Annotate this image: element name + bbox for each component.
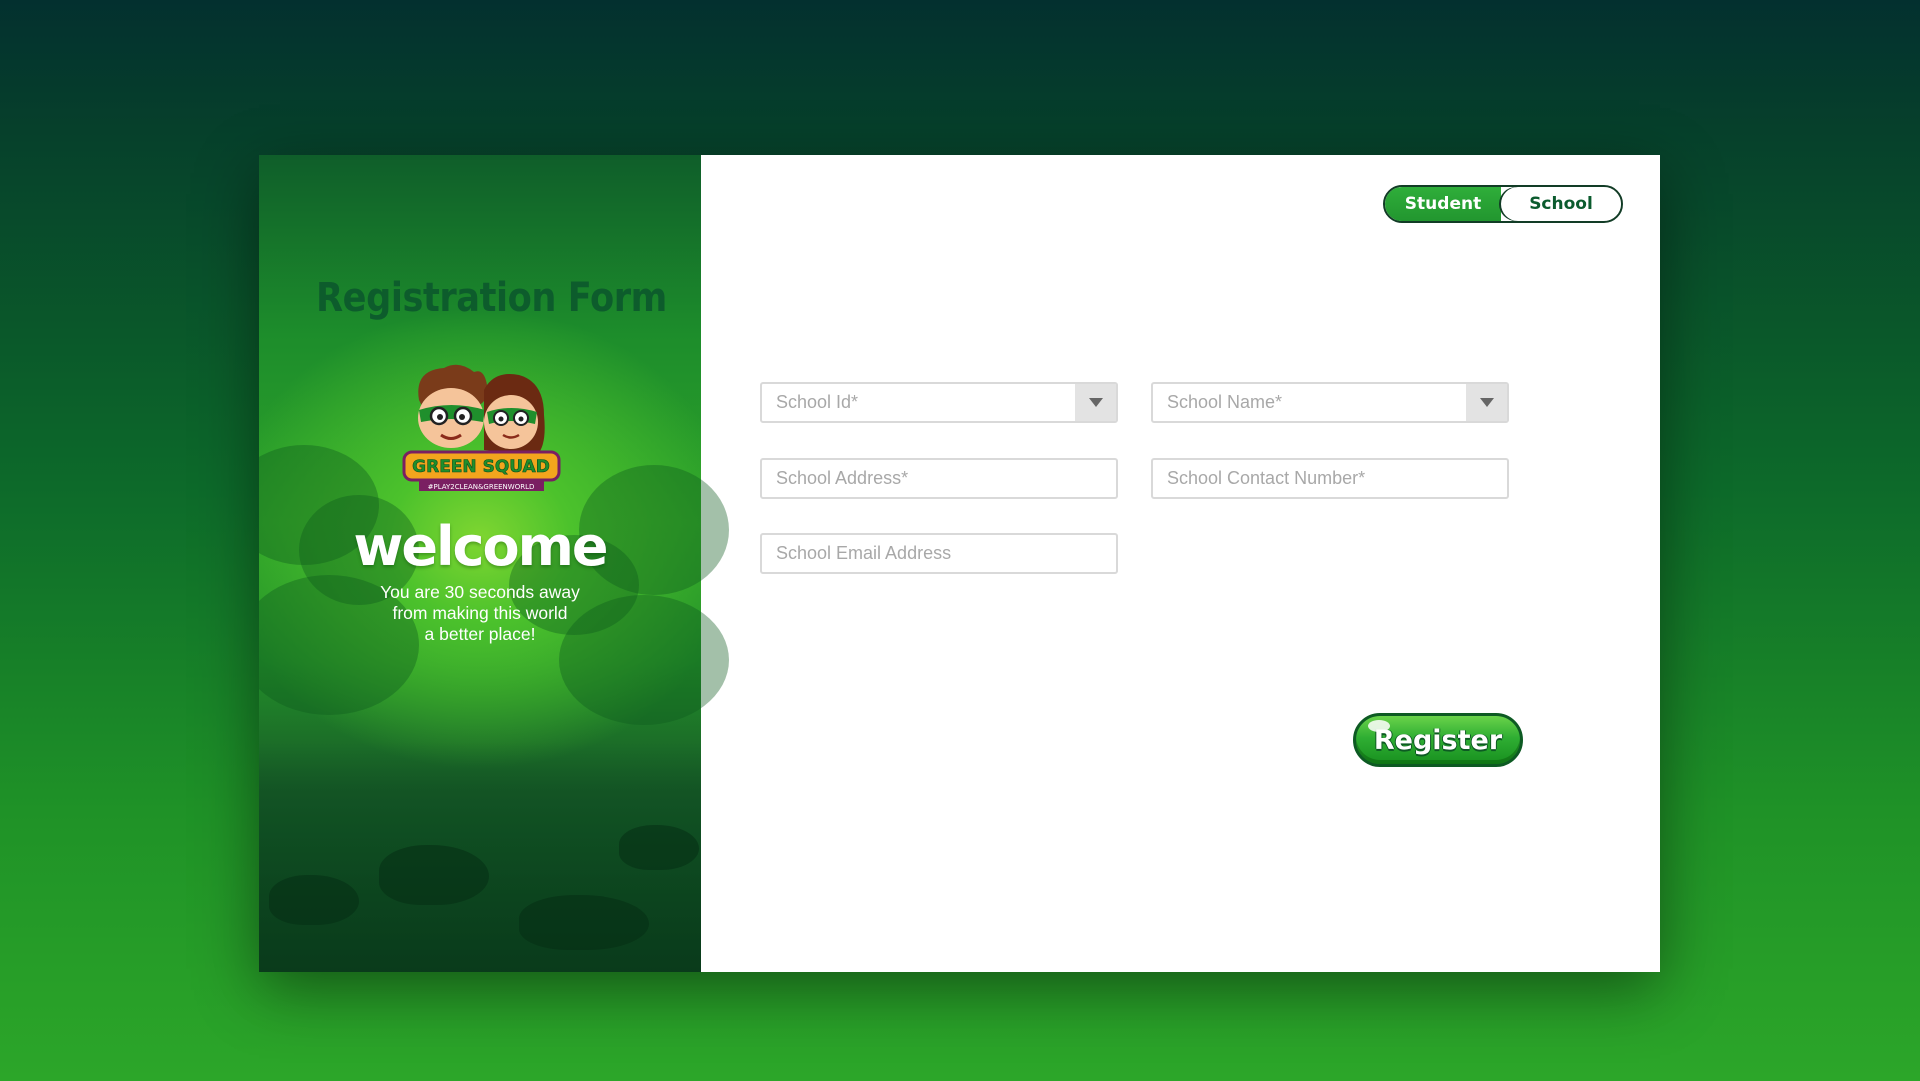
welcome-heading: welcome xyxy=(353,515,608,578)
school-email-field xyxy=(760,533,1118,574)
school-contact-field xyxy=(1151,458,1509,499)
school-name-input[interactable] xyxy=(1153,384,1463,421)
welcome-subtitle: You are 30 seconds away from making this… xyxy=(349,582,611,645)
rock xyxy=(269,875,359,925)
register-button-label: Register xyxy=(1373,724,1503,756)
school-name-select xyxy=(1151,382,1509,423)
account-type-toggle: Student School xyxy=(1383,185,1623,223)
button-shine xyxy=(1368,720,1390,732)
svg-text:#PLAY2CLEAN&GREENWORLD: #PLAY2CLEAN&GREENWORLD xyxy=(428,483,535,491)
school-address-input[interactable] xyxy=(762,460,1116,497)
toggle-school[interactable]: School xyxy=(1501,187,1621,221)
subtitle-line: a better place! xyxy=(424,624,536,644)
toggle-student[interactable]: Student xyxy=(1385,187,1501,221)
school-address-field xyxy=(760,458,1118,499)
school-id-dropdown-button[interactable] xyxy=(1075,384,1116,421)
school-id-input[interactable] xyxy=(762,384,1072,421)
chevron-down-icon xyxy=(1479,398,1494,407)
rock xyxy=(379,845,489,905)
school-name-dropdown-button[interactable] xyxy=(1466,384,1507,421)
registration-card: GREEN SQUAD #PLAY2CLEAN&GREENWORLD welco… xyxy=(259,155,1660,972)
school-id-select xyxy=(760,382,1118,423)
subtitle-line: from making this world xyxy=(392,603,568,623)
rock xyxy=(519,895,649,950)
school-contact-input[interactable] xyxy=(1153,460,1507,497)
form-title: Registration Form xyxy=(316,275,667,321)
svg-text:GREEN SQUAD: GREEN SQUAD xyxy=(412,457,550,477)
green-squad-logo-icon: GREEN SQUAD #PLAY2CLEAN&GREENWORLD xyxy=(402,364,561,491)
chevron-down-icon xyxy=(1088,398,1103,407)
rock xyxy=(619,825,699,870)
register-button[interactable]: Register xyxy=(1353,713,1523,767)
school-email-input[interactable] xyxy=(762,535,1116,572)
subtitle-line: You are 30 seconds away xyxy=(380,582,580,602)
